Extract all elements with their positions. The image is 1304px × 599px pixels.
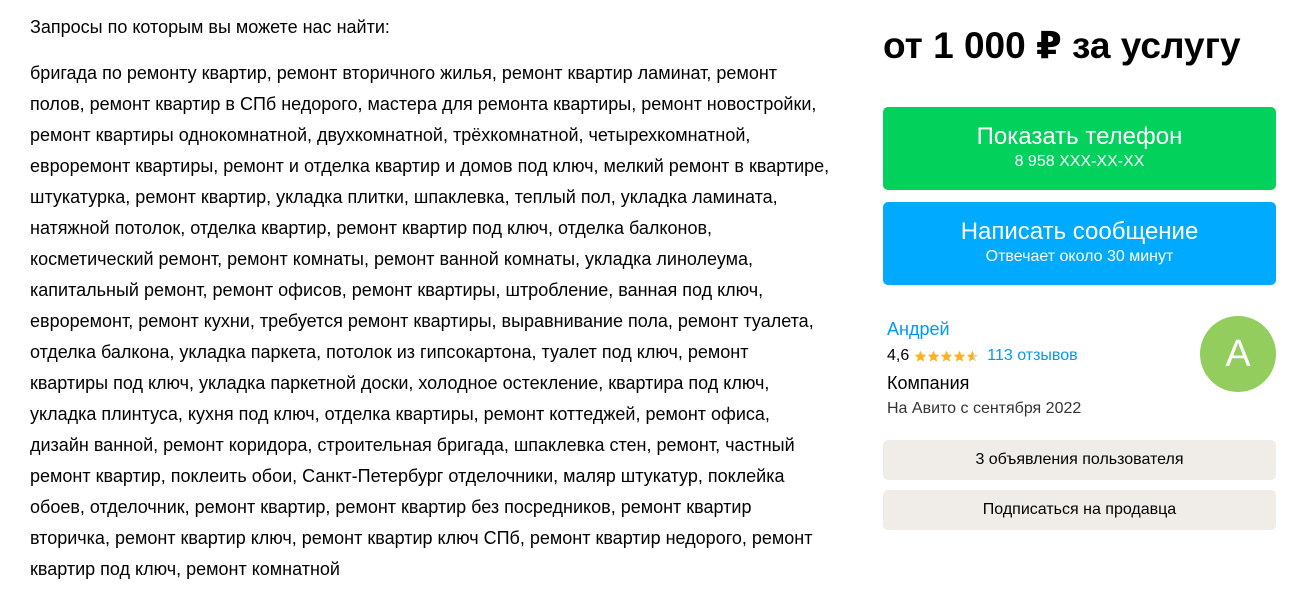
show-phone-button[interactable]: Показать телефон 8 958 XXX-XX-XX (883, 107, 1276, 190)
ad-page: Запросы по которым вы можете нас найти: … (0, 0, 1304, 599)
subscribe-button[interactable]: Подписаться на продавца (883, 490, 1276, 530)
user-listings-button[interactable]: 3 объявления пользователя (883, 440, 1276, 480)
write-message-button[interactable]: Написать сообщение Отвечает около 30 мин… (883, 202, 1276, 285)
response-time-note: Отвечает около 30 минут (985, 248, 1174, 265)
star-icon (954, 350, 966, 362)
rating-value: 4,6 (887, 347, 910, 364)
star-icon (928, 350, 940, 362)
star-icon (967, 350, 979, 362)
seller-type: Компания (887, 373, 970, 393)
rating-stars (914, 350, 979, 363)
reviews-link[interactable]: 113 отзывов (987, 345, 1077, 367)
avatar-letter: А (1225, 333, 1251, 375)
avatar[interactable]: А (1200, 316, 1276, 392)
star-icon (915, 350, 927, 362)
seller-rating: 4,6 113 отзывов (887, 345, 1078, 367)
show-phone-label: Показать телефон (976, 123, 1183, 150)
write-message-label: Написать сообщение (960, 218, 1199, 245)
star-icon (941, 350, 953, 362)
queries-text: бригада по ремонту квартир, ремонт втори… (30, 63, 830, 579)
seller-since: На Авито с сентября 2022 (887, 400, 1082, 417)
queries-heading: Запросы по которым вы можете нас найти: (30, 17, 390, 37)
seller-name-link[interactable]: Андрей (887, 318, 950, 340)
phone-number: 8 958 XXX-XX-XX (1014, 153, 1145, 170)
price: от 1 000 ₽ за услугу (883, 25, 1241, 66)
search-queries-section: Запросы по которым вы можете нас найти: … (30, 14, 830, 585)
